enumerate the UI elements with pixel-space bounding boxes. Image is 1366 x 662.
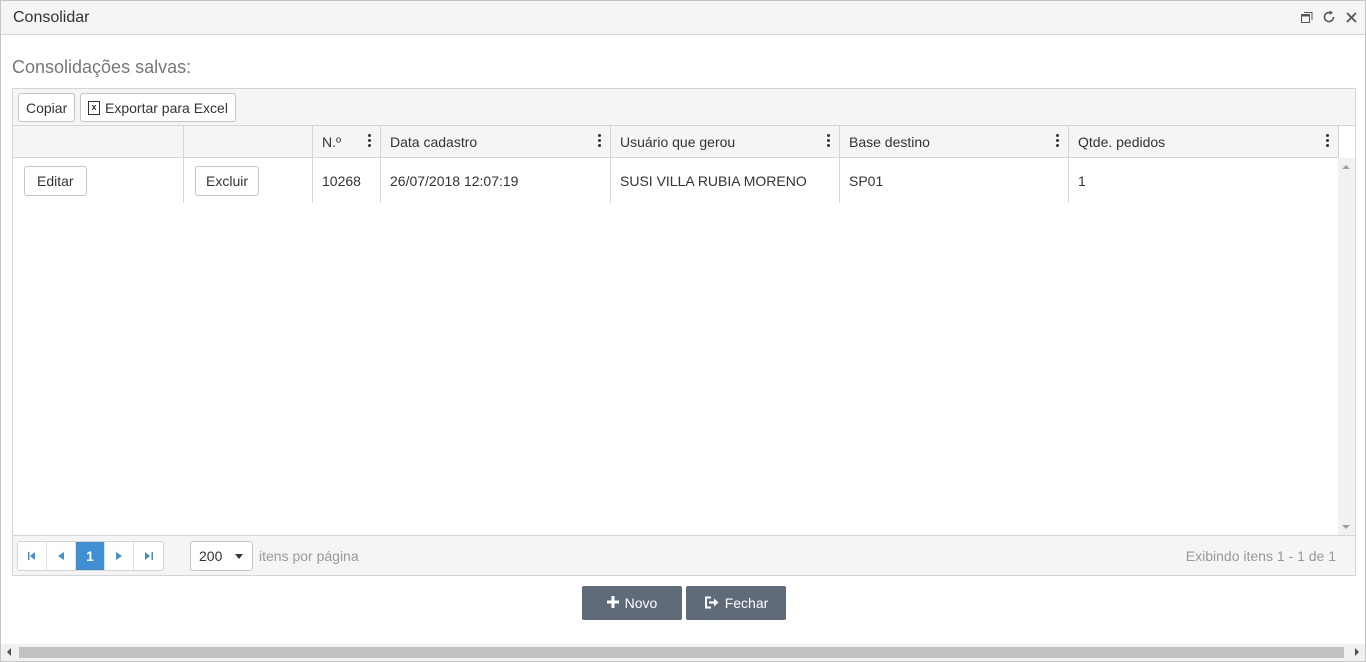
table-row: Editar Excluir 10268 26/07/2018 12:07:19… xyxy=(13,158,1339,203)
column-header-base-destino[interactable]: Base destino xyxy=(840,126,1069,157)
current-page-button[interactable]: 1 xyxy=(76,542,105,570)
copy-button-label: Copiar xyxy=(26,99,68,116)
new-button[interactable]: Novo xyxy=(582,586,682,620)
window-titlebar: Consolidar xyxy=(1,1,1365,35)
column-header-edit xyxy=(13,126,184,157)
section-title: Consolidações salvas: xyxy=(12,57,192,77)
cell-qtde-pedidos: 1 xyxy=(1078,172,1086,189)
vertical-scrollbar[interactable] xyxy=(1338,158,1355,536)
excel-icon: x xyxy=(88,100,100,115)
grid-toolbar: Copiar x Exportar para Excel xyxy=(13,89,1355,126)
delete-button[interactable]: Excluir xyxy=(195,165,260,196)
column-header-delete xyxy=(184,126,313,157)
last-page-icon[interactable] xyxy=(134,542,163,570)
column-header-numero-label: N.º xyxy=(322,134,342,150)
horizontal-scrollbar[interactable] xyxy=(1,644,1365,661)
copy-button[interactable]: Copiar xyxy=(18,93,76,122)
page-size-label: itens por página xyxy=(259,548,359,564)
scroll-up-icon[interactable] xyxy=(1342,165,1350,169)
page-size-select[interactable]: 200 xyxy=(190,541,253,571)
export-excel-button[interactable]: x Exportar para Excel xyxy=(80,93,236,122)
exit-icon xyxy=(704,596,719,611)
refresh-icon[interactable] xyxy=(1321,9,1337,25)
edit-button[interactable]: Editar xyxy=(24,165,87,196)
scroll-left-icon[interactable] xyxy=(7,648,11,656)
column-header-data-cadastro[interactable]: Data cadastro xyxy=(381,126,611,157)
cell-base-destino: SP01 xyxy=(840,158,1069,203)
close-button[interactable]: Fechar xyxy=(686,586,786,620)
consolidar-window: Consolidar Consolidações salvas: Copiar … xyxy=(0,0,1366,662)
column-header-qtde-pedidos[interactable]: Qtde. pedidos xyxy=(1069,126,1339,157)
scroll-right-icon[interactable] xyxy=(1355,648,1359,656)
column-menu-icon[interactable] xyxy=(827,134,831,148)
cell-usuario: SUSI VILLA RUBIA MORENO xyxy=(611,158,840,203)
close-button-label: Fechar xyxy=(724,595,769,611)
table-header: N.º Data cadastro Usuário que gerou Base… xyxy=(13,126,1339,158)
window-actions xyxy=(1299,9,1359,25)
close-icon[interactable] xyxy=(1343,9,1359,25)
page-size-value: 200 xyxy=(199,548,223,564)
next-page-icon[interactable] xyxy=(105,542,134,570)
column-menu-icon[interactable] xyxy=(598,134,602,148)
column-header-usuario-label: Usuário que gerou xyxy=(620,134,736,150)
plus-icon xyxy=(606,596,619,610)
column-header-data-cadastro-label: Data cadastro xyxy=(390,134,478,150)
cell-data-cadastro: 26/07/2018 12:07:19 xyxy=(381,158,611,203)
cell-delete: Excluir xyxy=(184,158,313,203)
scroll-down-icon[interactable] xyxy=(1342,525,1350,529)
pager-info: Exibindo itens 1 - 1 de 1 xyxy=(1185,548,1336,564)
column-header-numero[interactable]: N.º xyxy=(313,126,381,157)
scrollbar-thumb[interactable] xyxy=(19,647,1344,658)
column-menu-icon[interactable] xyxy=(368,134,372,148)
cell-edit: Editar xyxy=(13,158,184,203)
chevron-down-icon xyxy=(235,554,243,559)
new-button-label: Novo xyxy=(624,595,658,611)
column-header-base-destino-label: Base destino xyxy=(849,134,930,150)
consolidations-grid: Copiar x Exportar para Excel N.º Data ca… xyxy=(12,88,1356,576)
column-header-qtde-pedidos-label: Qtde. pedidos xyxy=(1078,134,1166,150)
column-menu-icon[interactable] xyxy=(1326,134,1330,148)
prev-page-icon[interactable] xyxy=(47,542,76,570)
restore-icon[interactable] xyxy=(1299,9,1315,25)
export-excel-label: Exportar para Excel xyxy=(105,99,228,116)
cell-numero: 10268 xyxy=(313,158,381,203)
window-title: Consolidar xyxy=(13,9,90,26)
first-page-icon[interactable] xyxy=(18,542,47,570)
dialog-actions: Novo Fechar xyxy=(582,586,786,620)
pager: 1 200 itens por página Exibindo itens 1 … xyxy=(13,535,1355,575)
column-header-usuario[interactable]: Usuário que gerou xyxy=(611,126,840,157)
table-body: Editar Excluir 10268 26/07/2018 12:07:19… xyxy=(13,158,1339,536)
pager-nav: 1 xyxy=(17,541,164,571)
column-menu-icon[interactable] xyxy=(1056,134,1060,148)
